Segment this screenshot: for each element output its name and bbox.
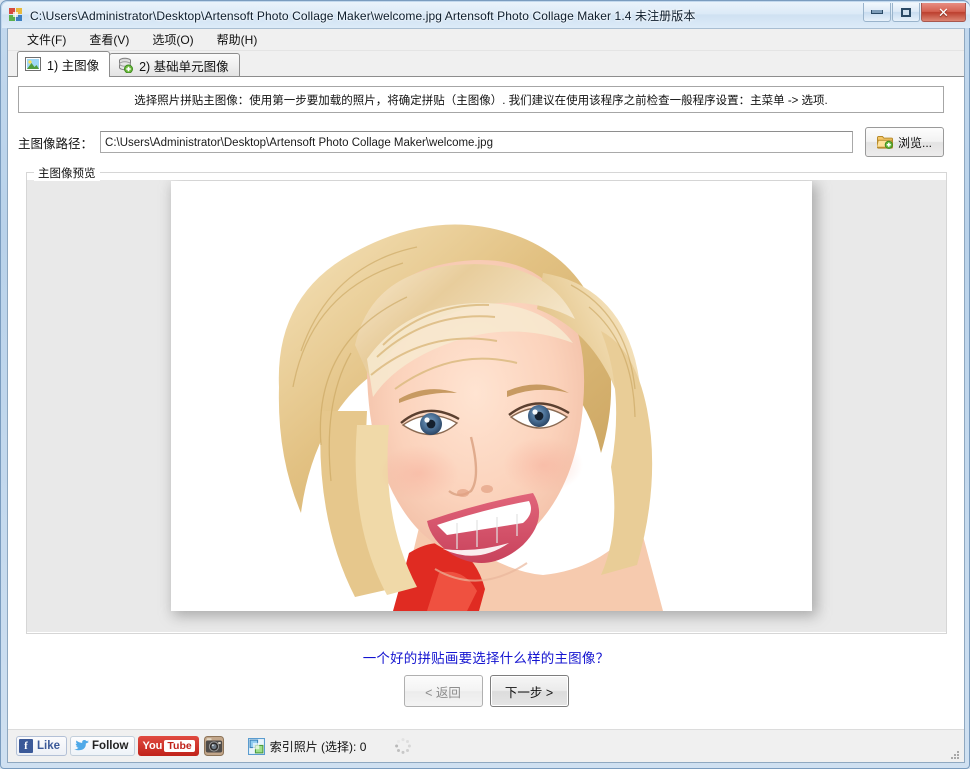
client-area: 文件(F) 查看(V) 选项(O) 帮助(H) 1) 主图像 2) 基础单元图像…: [7, 28, 965, 763]
menu-bar: 文件(F) 查看(V) 选项(O) 帮助(H): [8, 29, 964, 51]
facebook-like-button[interactable]: f Like: [16, 736, 68, 756]
menu-item-file[interactable]: 文件(F): [17, 29, 76, 51]
minimize-icon: [871, 10, 883, 14]
tab-main-image[interactable]: 1) 主图像: [17, 51, 111, 77]
facebook-icon: f: [19, 739, 33, 753]
index-photos-icon: [247, 737, 265, 755]
youtube-label-you: You: [142, 740, 163, 752]
picture-icon: [25, 56, 42, 73]
maximize-icon: [901, 7, 911, 17]
instagram-icon[interactable]: [203, 736, 224, 756]
window-controls: ✕: [863, 3, 966, 22]
back-button[interactable]: < 返回: [403, 675, 483, 707]
index-photos-label: 索引照片 (选择): 0: [269, 739, 367, 754]
main-image-path-input[interactable]: [100, 131, 853, 153]
tab-page-main-image: 选择照片拼贴主图像：使用第一步要加载的照片，将确定拼贴（主图像）. 我们建议在使…: [8, 76, 964, 762]
facebook-like-label: Like: [37, 740, 61, 752]
browse-button[interactable]: 浏览...: [865, 127, 944, 157]
folder-add-icon: [875, 135, 893, 149]
youtube-label-tube: Tube: [164, 740, 195, 752]
youtube-button[interactable]: You Tube: [138, 736, 199, 756]
window-title: C:\Users\Administrator\Desktop\Artensoft…: [30, 8, 696, 23]
social-buttons: f Like Follow You Tube: [16, 736, 224, 756]
tab-cell-images[interactable]: 2) 基础单元图像: [109, 53, 240, 77]
tab-main-image-label: 1) 主图像: [47, 59, 100, 73]
instruction-banner: 选择照片拼贴主图像：使用第一步要加载的照片，将确定拼贴（主图像）. 我们建议在使…: [18, 86, 944, 113]
close-icon: ✕: [938, 4, 949, 20]
app-logo-icon: [8, 7, 25, 24]
main-image-preview-area[interactable]: [27, 180, 946, 632]
browse-button-label: 浏览...: [897, 135, 932, 150]
minimize-button[interactable]: [863, 3, 891, 22]
main-image-path-label: 主图像路径：: [18, 136, 94, 151]
loading-spinner-icon: [394, 737, 412, 755]
index-photos-status: 索引照片 (选择): 0: [247, 737, 367, 755]
preview-group-label: 主图像预览: [34, 165, 100, 181]
main-image-path-row: 主图像路径： 浏览...: [18, 124, 944, 160]
menu-item-help[interactable]: 帮助(H): [207, 29, 268, 51]
main-image-preview[interactable]: [171, 181, 812, 611]
application-window: C:\Users\Administrator\Desktop\Artensoft…: [0, 0, 970, 769]
maximize-button[interactable]: [892, 3, 920, 22]
close-button[interactable]: ✕: [921, 3, 966, 22]
title-bar[interactable]: C:\Users\Administrator\Desktop\Artensoft…: [2, 2, 970, 28]
menu-item-options[interactable]: 选项(O): [142, 29, 203, 51]
menu-item-view[interactable]: 查看(V): [79, 29, 139, 51]
next-button[interactable]: 下一步 >: [489, 675, 569, 707]
status-bar: f Like Follow You Tube 索引照片 (选择): 0: [8, 729, 964, 762]
twitter-follow-button[interactable]: Follow: [70, 736, 136, 756]
database-add-icon: [117, 57, 134, 74]
tab-cell-images-label: 2) 基础单元图像: [139, 60, 229, 74]
resize-grip[interactable]: [949, 748, 961, 760]
tip-link[interactable]: 一个好的拼贴画要选择什么样的主图像？: [8, 647, 964, 667]
tab-strip: 1) 主图像 2) 基础单元图像: [8, 51, 964, 77]
twitter-follow-label: Follow: [92, 740, 129, 752]
twitter-bird-icon: [74, 739, 89, 753]
wizard-nav: < 返回 下一步 >: [8, 675, 964, 707]
